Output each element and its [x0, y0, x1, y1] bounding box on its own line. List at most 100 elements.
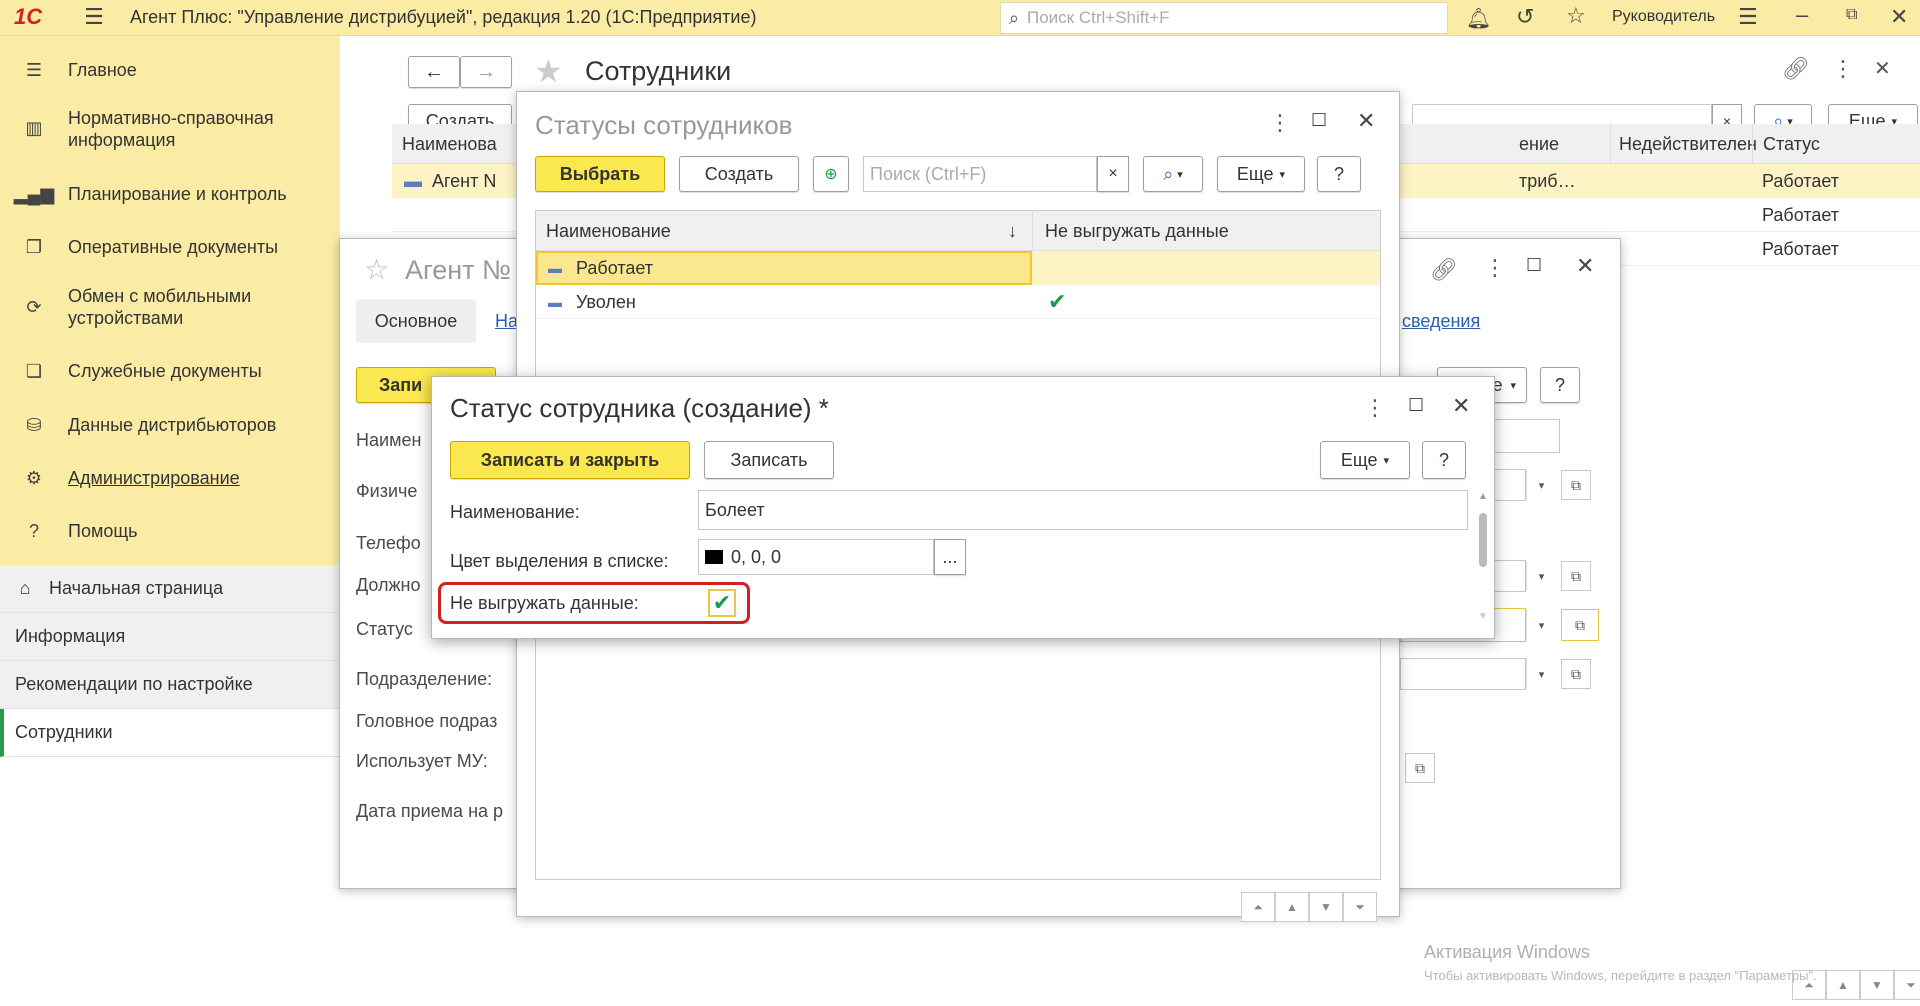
bell-icon[interactable]: 🔔︎ — [1466, 6, 1491, 31]
minimize-icon[interactable]: – — [1796, 2, 1808, 28]
link-icon[interactable]: 🔗︎ — [1430, 257, 1458, 283]
scroll-down-arrow-icon[interactable]: ▼ — [1478, 611, 1488, 622]
help-button[interactable]: ? — [1422, 441, 1466, 479]
close-icon[interactable]: ✕ — [1576, 253, 1594, 279]
position-open-button[interactable]: ⧉ — [1561, 561, 1591, 591]
nav-employees[interactable]: Сотрудники — [0, 709, 340, 757]
app-logo[interactable]: 1С — [14, 4, 42, 30]
help-button[interactable]: ? — [1540, 367, 1580, 403]
form-scrollbar[interactable]: ▲ ▼ — [1476, 491, 1490, 631]
nav-label: Сотрудники — [15, 722, 113, 742]
employees-title: Сотрудники — [585, 56, 732, 86]
back-button[interactable]: ← — [408, 56, 460, 88]
maximize-icon[interactable]: ☐ — [1311, 110, 1327, 131]
search-icon: ⌕ — [1008, 7, 1020, 28]
create-button[interactable]: Создать — [679, 156, 799, 192]
restore-icon[interactable]: ⧉ — [1846, 6, 1857, 24]
section-reference-info[interactable]: ▥ Нормативно-справочная информация — [0, 104, 340, 154]
col-header-partial[interactable]: ение — [1519, 124, 1559, 164]
section-label: Нормативно-справочная информация — [68, 108, 274, 150]
close-icon[interactable]: ✕ — [1452, 393, 1470, 419]
search-icon: ⌕ — [1163, 163, 1174, 184]
favorite-star-icon[interactable]: ☆ — [364, 253, 389, 286]
department-dropdown[interactable]: ▾ — [1526, 659, 1556, 689]
section-mobile-exchange[interactable]: ⟳ Обмен с мобильными устройствами — [0, 282, 340, 332]
color-select-button[interactable]: ... — [934, 539, 966, 575]
sort-arrow-icon[interactable]: ↓ — [1008, 211, 1017, 251]
close-app-icon[interactable]: ✕ — [1890, 4, 1908, 30]
maximize-icon[interactable]: ☐ — [1408, 395, 1424, 416]
tab-details[interactable]: сведения — [1402, 311, 1480, 332]
col-header-name[interactable]: Наименование — [546, 211, 671, 251]
section-service-docs[interactable]: ❏ Служебные документы — [0, 351, 340, 391]
table-row[interactable]: ▬ Уволен ✔ — [536, 285, 1380, 319]
col-header-status[interactable]: Статус — [1752, 124, 1920, 164]
clear-search-button[interactable]: × — [1097, 156, 1129, 192]
section-operative-docs[interactable]: ❐ Оперативные документы — [0, 227, 340, 267]
more-actions-icon[interactable]: ⋮ — [1364, 395, 1386, 421]
section-help[interactable]: ? Помощь — [0, 511, 340, 551]
history-icon[interactable]: ↺ — [1516, 4, 1534, 30]
section-planning[interactable]: ▂▄▆ Планирование и контроль — [0, 174, 340, 214]
more-actions-icon[interactable]: ⋮ — [1832, 56, 1854, 82]
write-and-close-button[interactable]: Записать и закрыть — [450, 441, 690, 479]
global-search[interactable]: ⌕ Поиск Ctrl+Shift+F — [1000, 2, 1448, 34]
more-button[interactable]: Еще ▾ — [1217, 156, 1305, 192]
section-distributor-data[interactable]: ⛁ Данные дистрибьюторов — [0, 405, 340, 445]
no-upload-checkbox[interactable]: ✔ — [708, 589, 736, 617]
more-actions-icon[interactable]: ⋮ — [1484, 255, 1506, 281]
copy-button[interactable]: ⊕ — [813, 156, 849, 192]
scroll-down-button[interactable]: ▼ — [1860, 970, 1894, 1000]
favorite-star-icon[interactable]: ★ — [534, 52, 563, 90]
close-icon[interactable]: ✕ — [1357, 108, 1375, 134]
scroll-last-button[interactable]: ⏷ — [1894, 970, 1920, 1000]
individual-dropdown[interactable]: ▾ — [1526, 470, 1556, 500]
scroll-up-button[interactable]: ▲ — [1826, 970, 1860, 1000]
help-button[interactable]: ? — [1317, 156, 1361, 192]
more-actions-icon[interactable]: ⋮ — [1269, 110, 1291, 136]
col-header-invalid[interactable]: Недействителен — [1610, 124, 1757, 164]
user-name[interactable]: Руководитель — [1612, 8, 1715, 26]
nav-information[interactable]: Информация — [0, 613, 340, 661]
department-open-button[interactable]: ⧉ — [1561, 659, 1591, 689]
star-icon[interactable]: ☆ — [1566, 3, 1586, 29]
main-menu-icon[interactable]: ☰ — [82, 4, 106, 30]
nav-setup-recommendations[interactable]: Рекомендации по настройке — [0, 661, 340, 709]
position-dropdown[interactable]: ▾ — [1526, 561, 1556, 591]
maximize-icon[interactable]: ☐ — [1526, 255, 1542, 276]
close-window-icon[interactable]: ✕ — [1874, 56, 1891, 81]
section-main[interactable]: ☰ Главное — [0, 50, 340, 90]
col-header-no-upload[interactable]: Не выгружать данные — [1032, 211, 1380, 251]
table-row[interactable]: ▬ Работает — [536, 251, 1380, 285]
uses-mu-open-button[interactable]: ⧉ — [1405, 753, 1435, 783]
section-label: Администрирование — [68, 468, 240, 488]
search-button[interactable]: ⌕ ▾ — [1143, 156, 1203, 192]
scroll-last-button[interactable]: ⏷ — [1343, 892, 1377, 922]
section-administration[interactable]: ⚙ Администрирование — [0, 458, 340, 498]
book-icon: ▥ — [25, 117, 43, 138]
write-button[interactable]: Записать — [704, 441, 834, 479]
individual-open-button[interactable]: ⧉ — [1561, 470, 1591, 500]
scroll-first-button[interactable]: ⏶ — [1241, 892, 1275, 922]
scroll-thumb[interactable] — [1479, 513, 1487, 567]
tab-link[interactable]: На — [495, 311, 518, 332]
scroll-up-button[interactable]: ▲ — [1275, 892, 1309, 922]
more-button[interactable]: Еще ▾ — [1320, 441, 1410, 479]
row-no-upload-check: ✔ — [1048, 289, 1067, 314]
statuses-search-input[interactable]: Поиск (Ctrl+F) — [863, 156, 1097, 192]
col-header-name[interactable]: Наименова — [402, 124, 497, 164]
status-dropdown[interactable]: ▾ — [1526, 609, 1556, 641]
nav-home-page[interactable]: ⌂ Начальная страница — [0, 565, 340, 613]
scroll-down-button[interactable]: ▼ — [1309, 892, 1343, 922]
department-field[interactable] — [1400, 658, 1526, 690]
tab-main[interactable]: Основное — [356, 299, 476, 343]
section-label: Планирование и контроль — [68, 184, 287, 204]
forward-button[interactable]: → — [460, 56, 512, 88]
link-icon[interactable]: 🔗︎ — [1782, 56, 1810, 82]
settings-menu-icon[interactable]: ☰ — [1738, 4, 1758, 30]
color-field[interactable]: 0, 0, 0 — [698, 539, 934, 575]
scroll-up-arrow-icon[interactable]: ▲ — [1478, 491, 1488, 502]
status-open-button[interactable]: ⧉ — [1561, 609, 1599, 641]
name-field[interactable]: Болеет — [698, 490, 1468, 530]
select-button[interactable]: Выбрать — [535, 156, 665, 192]
